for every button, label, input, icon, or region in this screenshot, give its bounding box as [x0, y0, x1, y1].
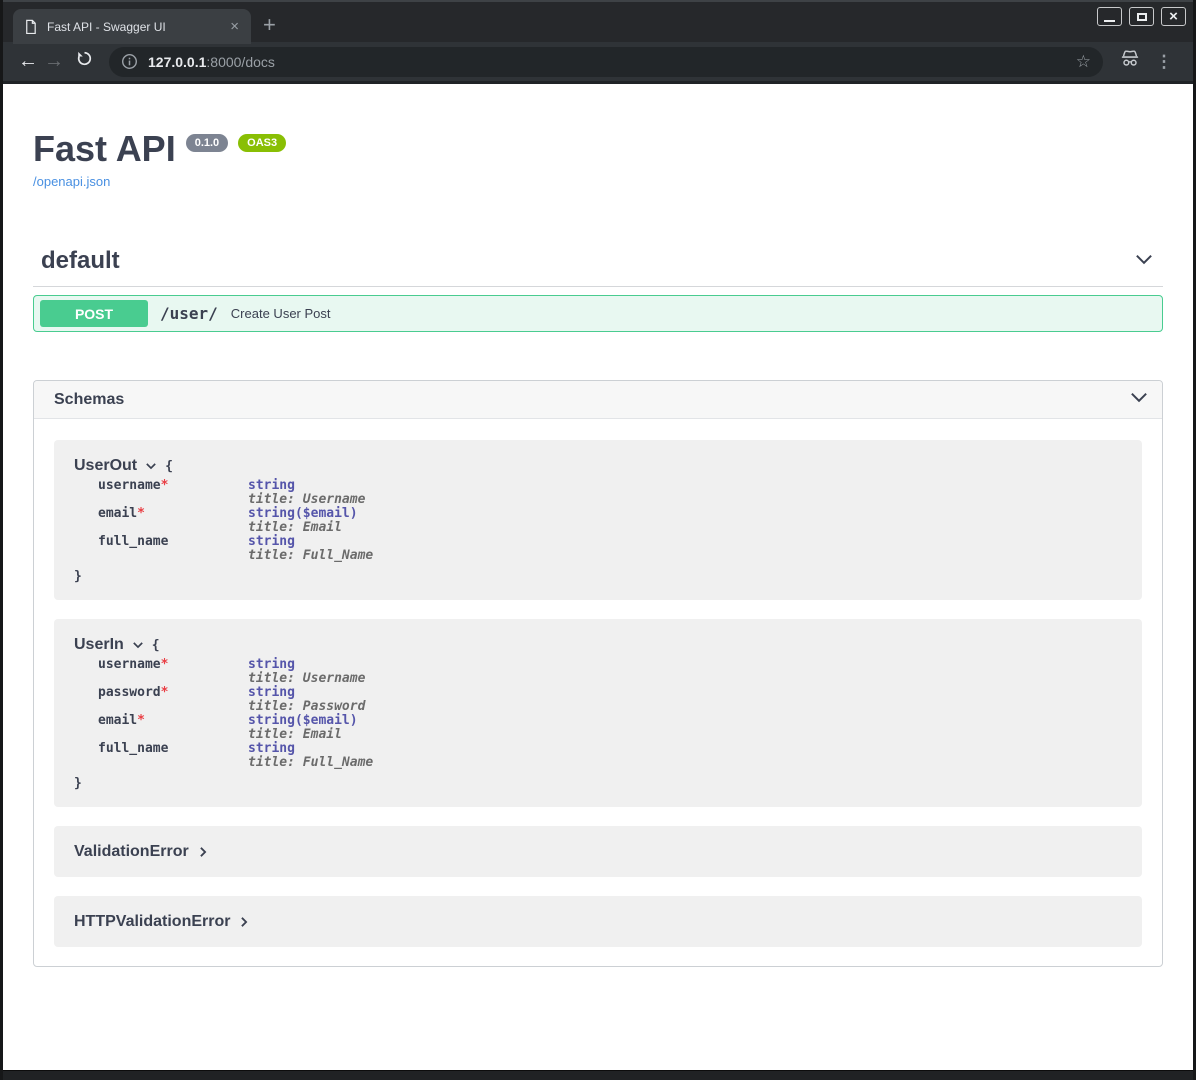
property-name: email [98, 713, 137, 728]
schema-property-row: username* stringtitle: Username [98, 479, 373, 507]
close-window-button[interactable]: × [1161, 7, 1186, 26]
schema-property-row: username* stringtitle: Username [98, 658, 373, 686]
tag-section-default: default POST /user/ Create User Post [33, 247, 1163, 332]
reload-button[interactable] [71, 50, 97, 73]
model-name: HTTPValidationError [74, 913, 230, 931]
property-name: full_name [98, 534, 168, 549]
incognito-icon [1113, 49, 1147, 74]
tag-section-header[interactable]: default [33, 247, 1163, 287]
oas3-badge: OAS3 [238, 134, 286, 152]
schema-property-row: email* string($email)title: Email [98, 714, 373, 742]
schema-model-ValidationError: ValidationError [54, 826, 1142, 877]
model-name: UserIn [74, 636, 124, 654]
property-name: username [98, 478, 161, 493]
minimize-button[interactable] [1097, 7, 1122, 26]
window-bottom-border [3, 1070, 1193, 1080]
chevron-down-icon[interactable] [1128, 386, 1150, 413]
property-name: password [98, 685, 161, 700]
required-star: * [137, 506, 145, 521]
new-tab-button[interactable]: + [263, 12, 276, 38]
property-type: string [248, 742, 373, 756]
page-title: Fast API [33, 129, 176, 169]
close-brace: } [74, 776, 1122, 791]
property-type: string [248, 686, 373, 700]
required-star: * [161, 657, 169, 672]
url-text: 127.0.0.1:8000/docs [148, 54, 275, 70]
property-type: string [248, 658, 373, 672]
minimize-icon [1104, 20, 1115, 22]
page-favicon-icon [23, 19, 38, 34]
chevron-right-icon[interactable] [237, 915, 251, 929]
url-host: 127.0.0.1 [148, 54, 206, 70]
back-button[interactable]: ← [15, 50, 41, 73]
schemas-heading: Schemas [54, 391, 124, 409]
maximize-button[interactable] [1129, 7, 1154, 26]
browser-window: Fast API - Swagger UI × + × ← → 127.0.0.… [0, 0, 1196, 1080]
property-title: title: Username [248, 672, 373, 686]
version-badge: 0.1.0 [186, 134, 228, 152]
required-star: * [137, 713, 145, 728]
tab-close-icon[interactable]: × [228, 19, 241, 34]
property-title: title: Password [248, 700, 373, 714]
schema-property-row: email* string($email)title: Email [98, 507, 373, 535]
schema-property-row: full_name stringtitle: Full_Name [98, 742, 373, 770]
tag-name: default [41, 247, 120, 275]
maximize-icon [1137, 13, 1147, 21]
schema-model-UserIn: UserIn{username*stringtitle: Usernamepas… [54, 619, 1142, 807]
required-star: * [161, 478, 169, 493]
openapi-spec-link[interactable]: /openapi.json [33, 174, 110, 189]
url-address-bar[interactable]: 127.0.0.1:8000/docs ☆ [109, 47, 1103, 77]
property-title: title: Email [248, 521, 373, 535]
property-type: string [248, 479, 373, 493]
close-icon: × [1169, 9, 1178, 24]
schema-property-row: password* stringtitle: Password [98, 686, 373, 714]
model-name: ValidationError [74, 843, 189, 861]
tab-title: Fast API - Swagger UI [47, 20, 228, 34]
close-brace: } [74, 569, 1122, 584]
chevron-down-icon[interactable] [1133, 248, 1155, 275]
model-toggle[interactable]: UserOut { [74, 457, 1122, 475]
property-name: username [98, 657, 161, 672]
chevron-down-icon[interactable] [144, 459, 158, 473]
property-name: full_name [98, 741, 168, 756]
chevron-down-icon[interactable] [131, 638, 145, 652]
operation-path: /user/ [160, 304, 218, 323]
property-title: title: Username [248, 493, 373, 507]
property-type: string [248, 535, 373, 549]
property-title: title: Full_Name [248, 549, 373, 563]
property-type: string($email) [248, 714, 373, 728]
property-title: title: Email [248, 728, 373, 742]
forward-button[interactable]: → [41, 50, 67, 73]
open-brace: { [152, 638, 160, 653]
model-properties: username*stringtitle: Usernameemail*stri… [98, 479, 373, 563]
schema-model-HTTPValidationError: HTTPValidationError [54, 896, 1142, 947]
browser-menu-icon[interactable]: ⋮ [1147, 52, 1181, 72]
url-path: :8000/docs [206, 54, 275, 70]
schemas-header[interactable]: Schemas [34, 381, 1162, 419]
required-star: * [161, 685, 169, 700]
model-toggle[interactable]: HTTPValidationError [74, 913, 1122, 931]
property-type: string($email) [248, 507, 373, 521]
operation-summary: Create User Post [231, 306, 331, 321]
schemas-list: UserOut{username*stringtitle: Usernameem… [34, 419, 1162, 966]
model-properties: username*stringtitle: Usernamepassword*s… [98, 658, 373, 770]
opblock-post-user[interactable]: POST /user/ Create User Post [33, 295, 1163, 332]
browser-toolbar: ← → 127.0.0.1:8000/docs ☆ ⋮ [3, 42, 1193, 81]
browser-titlebar: Fast API - Swagger UI × + × [3, 0, 1193, 42]
swagger-page: Fast API 0.1.0 OAS3 /openapi.json defaul… [3, 84, 1193, 1070]
browser-tab[interactable]: Fast API - Swagger UI × [13, 9, 251, 44]
model-toggle[interactable]: ValidationError [74, 843, 1122, 861]
property-name: email [98, 506, 137, 521]
property-title: title: Full_Name [248, 756, 373, 770]
bookmark-star-icon[interactable]: ☆ [1076, 52, 1091, 72]
schemas-section: Schemas UserOut{username*stringtitle: Us… [33, 380, 1163, 967]
chevron-right-icon[interactable] [196, 845, 210, 859]
post-method-badge[interactable]: POST [40, 300, 148, 327]
open-brace: { [165, 459, 173, 474]
schema-model-UserOut: UserOut{username*stringtitle: Usernameem… [54, 440, 1142, 600]
page-info-icon[interactable] [121, 53, 138, 70]
model-toggle[interactable]: UserIn { [74, 636, 1122, 654]
model-name: UserOut [74, 457, 137, 475]
schema-property-row: full_name stringtitle: Full_Name [98, 535, 373, 563]
